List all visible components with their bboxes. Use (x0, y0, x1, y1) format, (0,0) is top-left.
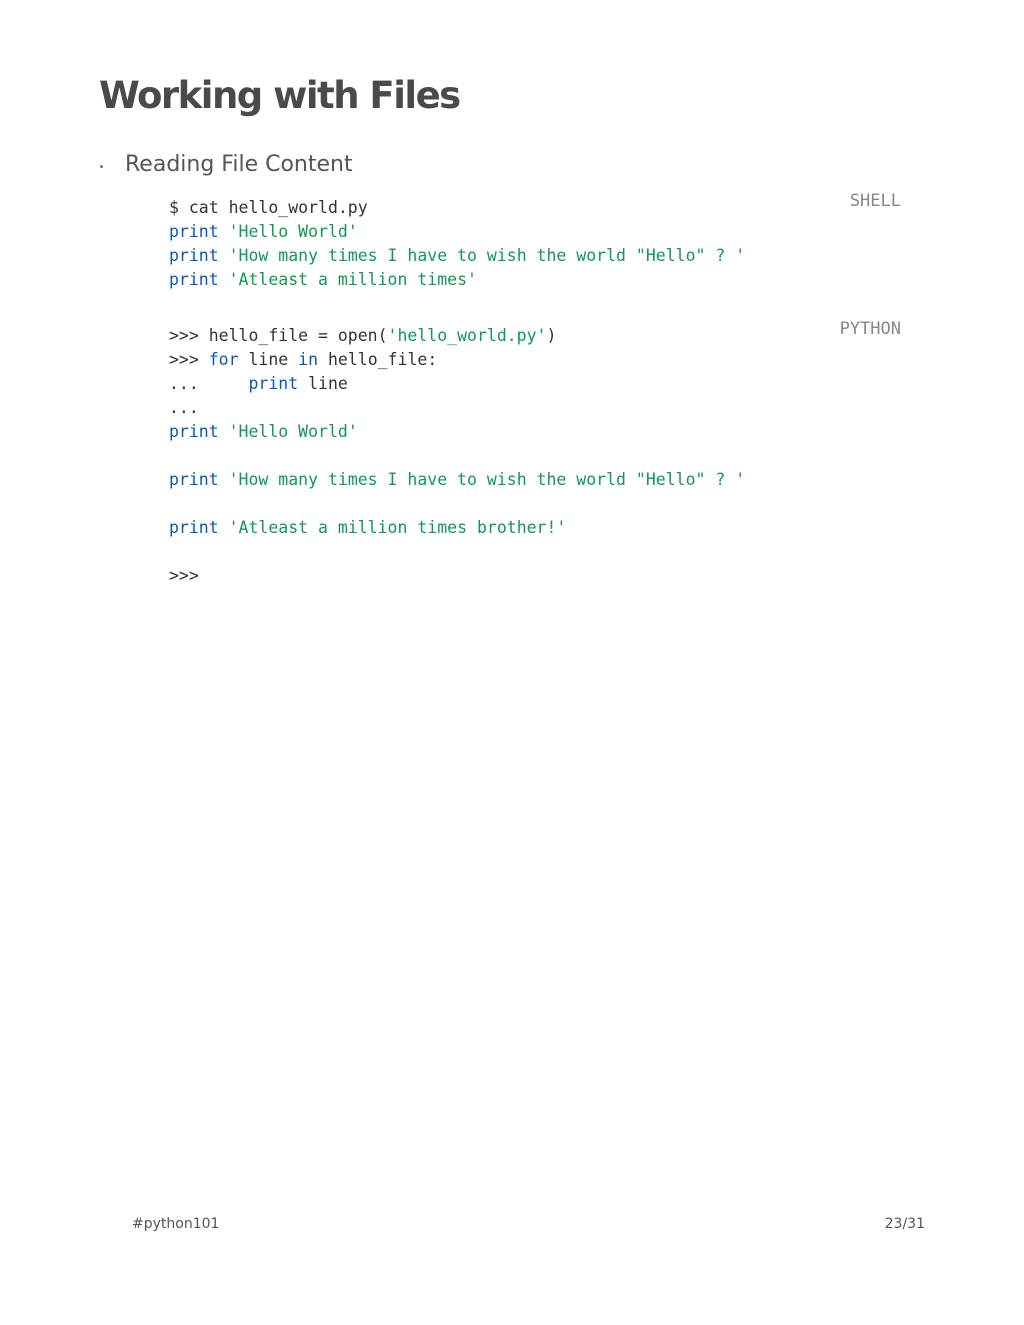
code-line: print 'Atleast a million times' (169, 268, 745, 292)
code-string: 'Atleast a million times brother!' (228, 518, 567, 537)
code-line: >>> (169, 564, 745, 588)
code-line: print 'How many times I have to wish the… (169, 244, 745, 268)
code-text: hello_file: (318, 350, 438, 369)
code-line: ... print line (169, 372, 745, 396)
code-line: print 'Hello World' (169, 420, 745, 444)
code-keyword: print (248, 374, 299, 393)
code-string: 'hello_world.py' (387, 326, 547, 345)
code-text: ... (169, 398, 199, 417)
code-keyword: print (169, 246, 219, 265)
code-keyword: for (208, 350, 239, 369)
code-keyword: in (298, 350, 319, 369)
code-line: >>> hello_file = open('hello_world.py') (169, 324, 745, 348)
code-string: 'How many times I have to wish the world… (228, 246, 746, 265)
code-line: print 'How many times I have to wish the… (169, 468, 745, 492)
code-keyword: print (169, 222, 219, 241)
code-text: line (238, 350, 299, 369)
code-string: 'Atleast a million times' (228, 270, 477, 289)
code-line: >>> for line in hello_file: (169, 348, 745, 372)
code-keyword: print (169, 422, 219, 441)
page-number: 23/31 (884, 1216, 925, 1232)
code-line: $ cat hello_world.py (169, 196, 745, 220)
python-code-block: >>> hello_file = open('hello_world.py') >… (169, 324, 745, 588)
code-line: print 'Hello World' (169, 220, 745, 244)
bullet-text: Reading File Content (125, 152, 353, 177)
code-string: 'Hello World' (228, 222, 358, 241)
code-keyword: print (169, 518, 219, 537)
footer-hashtag: #python101 (132, 1216, 220, 1232)
code-keyword: print (169, 270, 219, 289)
code-text: >>> (169, 566, 199, 585)
code-line: print 'Atleast a million times brother!' (169, 516, 745, 540)
shell-language-label: SHELL (849, 191, 901, 211)
slide-title: Working with Files (99, 74, 461, 117)
code-keyword: print (169, 470, 219, 489)
python-language-label: PYTHON (839, 319, 901, 339)
code-line: ... (169, 396, 745, 420)
code-text: >>> (169, 350, 209, 369)
code-text: >>> hello_file = open( (169, 326, 388, 345)
shell-code-block: $ cat hello_world.py print 'Hello World' p… (169, 196, 745, 292)
code-text: ... (169, 374, 249, 393)
code-string: 'How many times I have to wish the world… (228, 470, 746, 489)
code-text: $ cat hello_world.py (169, 198, 368, 217)
code-text: ) (546, 326, 557, 345)
bullet-dot-icon (100, 165, 103, 168)
code-string: 'Hello World' (228, 422, 358, 441)
code-text: line (298, 374, 348, 393)
